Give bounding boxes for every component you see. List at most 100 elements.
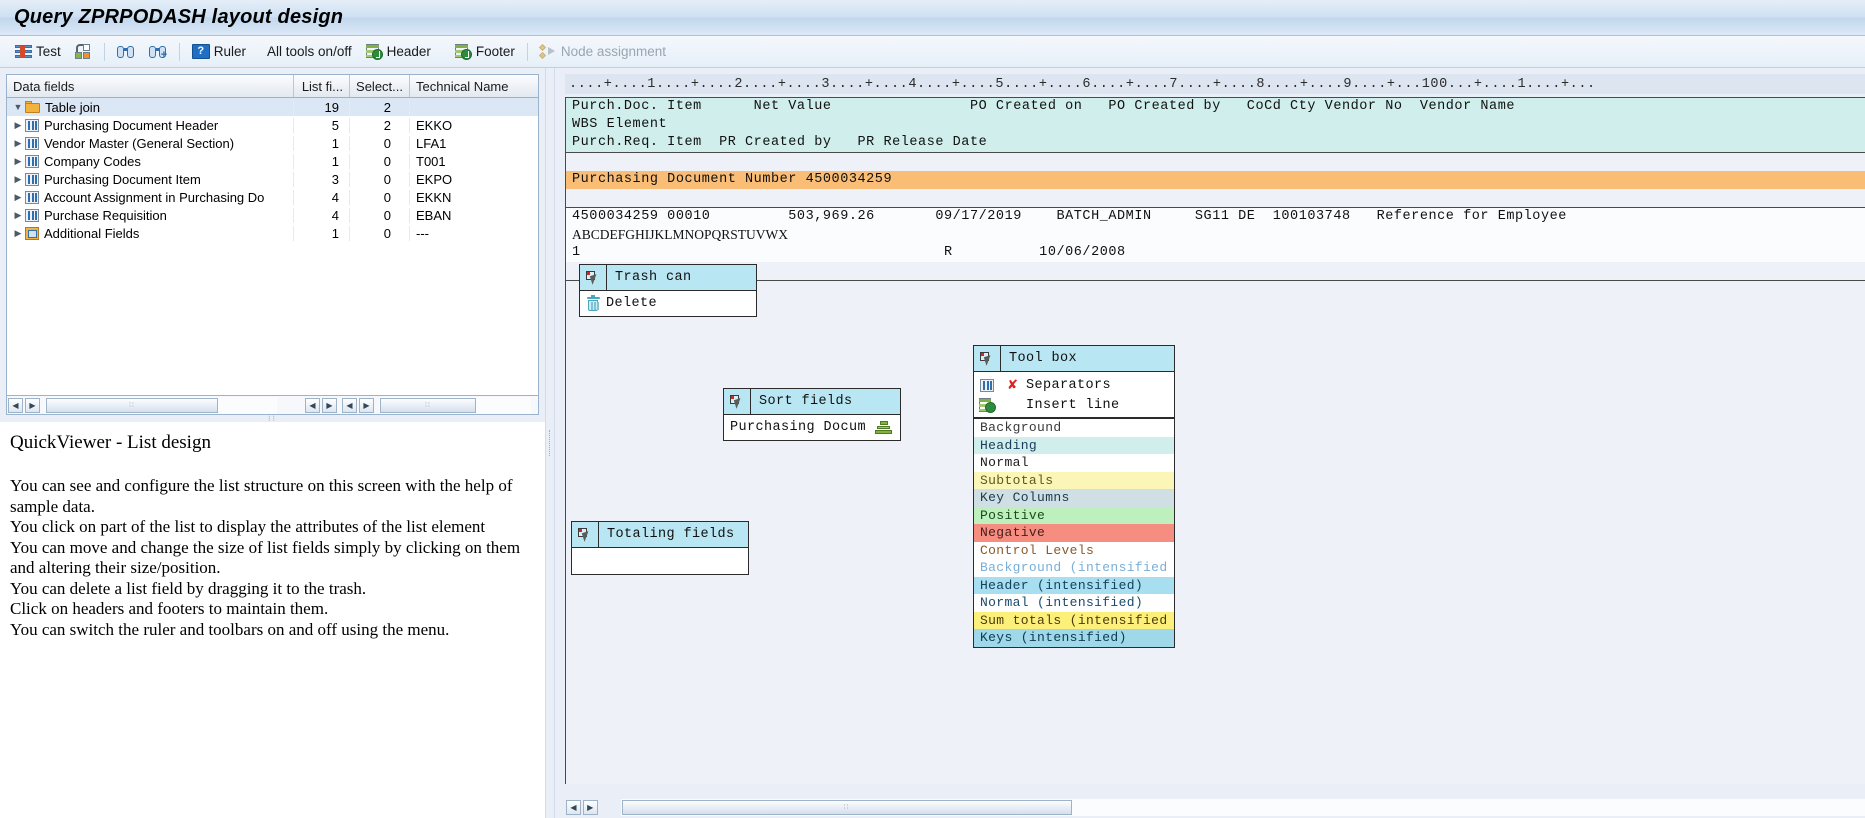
tree-node-eban[interactable]: ▶ Purchase Requisition xyxy=(7,207,294,223)
footer-button[interactable]: Footer xyxy=(448,39,522,65)
sort-fields-palette[interactable]: Sort fields Purchasing Docum xyxy=(723,388,901,441)
list-fields-count: 19 xyxy=(294,99,350,115)
trash-can-palette[interactable]: Trash can Delete xyxy=(579,264,757,317)
sort-field-item[interactable]: Purchasing Docum xyxy=(724,415,900,440)
chevron-down-icon[interactable]: ▼ xyxy=(11,102,25,112)
list-scroll-right-button[interactable]: ▶ xyxy=(582,799,598,815)
table-icon xyxy=(25,154,39,168)
color-legend-item[interactable]: Background (intensified xyxy=(974,559,1174,577)
all-tools-toggle[interactable]: All tools on/off xyxy=(253,39,359,65)
column-header-data-fields[interactable]: Data fields xyxy=(7,75,294,97)
column-header-technical-name[interactable]: Technical Name xyxy=(410,75,538,97)
tree-node-ekkn[interactable]: ▶ Account Assignment in Purchasing Do xyxy=(7,189,294,205)
list-header-row[interactable]: Purch.Req. Item PR Created by PR Release… xyxy=(566,134,1865,152)
tree-node-additional-fields[interactable]: ▶ Additional Fields xyxy=(7,225,294,241)
table-row[interactable]: ▶ Company Codes 1 0 T001 xyxy=(7,152,538,170)
column-header-select[interactable]: Select... xyxy=(350,75,410,97)
table-row[interactable]: ▶ Vendor Master (General Section) 1 0 LF… xyxy=(7,134,538,152)
color-legend-item[interactable]: Normal xyxy=(974,454,1174,472)
test-button[interactable]: Test xyxy=(8,39,68,65)
list-data-row[interactable]: ABCDEFGHIJKLMNOPQRSTUVWX xyxy=(566,226,1865,244)
palette-title-bar[interactable]: Sort fields xyxy=(724,389,900,415)
control-level-row[interactable]: Purchasing Document Number 4500034259 xyxy=(566,171,1865,189)
find-button[interactable] xyxy=(110,39,142,65)
table-row[interactable]: ▶ Purchase Requisition 4 0 EBAN xyxy=(7,206,538,224)
tree-node-ekpo[interactable]: ▶ Purchasing Document Item xyxy=(7,171,294,187)
scroll-left-button-2[interactable]: ◀ xyxy=(305,397,320,413)
list-data-row[interactable]: 1 R 10/06/2008 xyxy=(566,244,1865,262)
tree-node-lfa1[interactable]: ▶ Vendor Master (General Section) xyxy=(7,135,294,151)
table-row[interactable]: ▶ Additional Fields 1 0 --- xyxy=(7,224,538,242)
chevron-right-icon[interactable]: ▶ xyxy=(11,210,25,221)
color-legend-item[interactable]: Background xyxy=(974,419,1174,437)
blocks-icon xyxy=(74,43,92,60)
tree-node-t001[interactable]: ▶ Company Codes xyxy=(7,153,294,169)
blocks-button[interactable] xyxy=(68,39,99,65)
scrollbar-track-left[interactable]: ∷ xyxy=(45,396,277,414)
ruler-button[interactable]: ? Ruler xyxy=(185,39,253,65)
chevron-right-icon[interactable]: ▶ xyxy=(11,138,25,149)
move-handle-icon[interactable] xyxy=(572,522,599,547)
scroll-right-button-2[interactable]: ▶ xyxy=(322,397,337,413)
move-handle-icon[interactable] xyxy=(580,265,607,290)
scrollbar-thumb-left[interactable]: ∷ xyxy=(46,397,218,413)
all-tools-label: All tools on/off xyxy=(267,44,352,59)
palette-title-bar[interactable]: Totaling fields xyxy=(572,522,748,548)
list-scrollbar-track[interactable]: ∷ xyxy=(620,798,1865,816)
trash-delete-item[interactable]: Delete xyxy=(580,291,756,316)
color-legend-item[interactable]: Normal (intensified) xyxy=(974,594,1174,612)
sort-stack-icon xyxy=(875,421,892,434)
chevron-right-icon[interactable]: ▶ xyxy=(11,192,25,203)
tree-horizontal-scrollbars[interactable]: ◀ ▶ ∷ ◀ ▶ ◀ ▶ ∷ xyxy=(6,396,539,415)
panel-resize-grip[interactable]: ⁝⁝ xyxy=(0,414,545,423)
tree-node-ekko[interactable]: ▶ Purchasing Document Header xyxy=(7,117,294,133)
scroll-left-button-3[interactable]: ◀ xyxy=(342,397,357,413)
color-legend-item[interactable]: Control Levels xyxy=(974,541,1174,559)
tree-node-label: Account Assignment in Purchasing Do xyxy=(44,189,265,205)
color-legend-item[interactable]: Subtotals xyxy=(974,471,1174,489)
chevron-right-icon[interactable]: ▶ xyxy=(11,228,25,239)
chevron-right-icon[interactable]: ▶ xyxy=(11,156,25,167)
color-legend-item[interactable]: Keys (intensified) xyxy=(974,629,1174,647)
color-legend-item[interactable]: Heading xyxy=(974,436,1174,454)
palette-title-bar[interactable]: Tool box xyxy=(974,346,1174,372)
color-legend-item[interactable]: Key Columns xyxy=(974,489,1174,507)
scroll-right-button[interactable]: ▶ xyxy=(25,397,40,413)
list-header-row[interactable]: WBS Element xyxy=(566,116,1865,134)
move-handle-icon[interactable] xyxy=(724,389,751,414)
table-row[interactable]: ▶ Purchasing Document Header 5 2 EKKO xyxy=(7,116,538,134)
color-legend-item[interactable]: Header (intensified) xyxy=(974,576,1174,594)
list-data-row[interactable]: 4500034259 00010 503,969.26 09/17/2019 B… xyxy=(566,208,1865,226)
color-legend-item[interactable]: Sum totals (intensified xyxy=(974,611,1174,629)
palette-body[interactable] xyxy=(572,548,748,574)
scroll-right-button-3[interactable]: ▶ xyxy=(359,397,374,413)
column-header-list-fields[interactable]: List fi... xyxy=(294,75,350,97)
list-scrollbar-thumb[interactable]: ∷ xyxy=(621,799,1072,815)
color-legend-item[interactable]: Negative xyxy=(974,524,1174,542)
separators-row[interactable]: ✘ Separators xyxy=(974,375,1174,395)
table-row[interactable]: ▶ Purchasing Document Item 3 0 EKPO xyxy=(7,170,538,188)
footer-icon xyxy=(454,44,472,60)
header-button[interactable]: Header xyxy=(359,39,438,65)
find-next-button[interactable]: + xyxy=(142,39,174,65)
scrollbar-track-right[interactable]: ∷ xyxy=(379,396,531,414)
palette-caption: Sort fields xyxy=(751,389,900,414)
table-row[interactable]: ▶ Account Assignment in Purchasing Do 4 … xyxy=(7,188,538,206)
tree-node-table-join[interactable]: ▼ Table join xyxy=(7,99,294,115)
chevron-right-icon[interactable]: ▶ xyxy=(11,174,25,185)
list-horizontal-scrollbar[interactable]: ◀ ▶ ∷ xyxy=(565,796,1865,818)
delete-x-icon[interactable]: ✘ xyxy=(1000,378,1026,393)
chevron-right-icon[interactable]: ▶ xyxy=(11,120,25,131)
vertical-splitter[interactable] xyxy=(545,68,555,818)
palette-title-bar[interactable]: Trash can xyxy=(580,265,756,291)
totaling-fields-palette[interactable]: Totaling fields xyxy=(571,521,749,575)
tool-box-palette[interactable]: Tool box ✘ Separators Insert line Backgr… xyxy=(973,345,1175,648)
insert-line-row[interactable]: Insert line xyxy=(974,395,1174,415)
move-handle-icon[interactable] xyxy=(974,346,1001,371)
list-scroll-left-button[interactable]: ◀ xyxy=(566,799,581,815)
color-legend-item[interactable]: Positive xyxy=(974,506,1174,524)
list-header-row[interactable]: Purch.Doc. Item Net Value PO Created on … xyxy=(566,98,1865,116)
table-row[interactable]: ▼ Table join 19 2 xyxy=(7,98,538,116)
scrollbar-thumb-right[interactable]: ∷ xyxy=(380,397,476,413)
scroll-left-button[interactable]: ◀ xyxy=(8,397,23,413)
